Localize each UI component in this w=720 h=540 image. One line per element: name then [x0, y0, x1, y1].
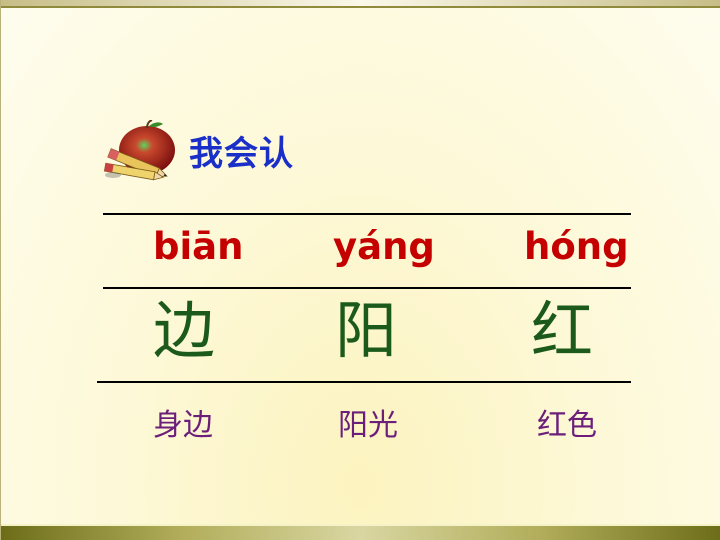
hanzi-bian: 边 — [153, 294, 216, 367]
word-shenbian: 身边 — [153, 408, 213, 443]
pinyin-hong: hóng — [524, 225, 629, 268]
pinyin-bian: biān — [153, 225, 244, 268]
apple-pencil-icon — [103, 119, 179, 182]
rule-bottom — [97, 381, 631, 383]
rule-top — [103, 213, 631, 215]
top-band — [1, 0, 720, 8]
rule-middle — [103, 287, 631, 289]
hanzi-hong: 红 — [531, 294, 594, 367]
word-hongse: 红色 — [537, 408, 597, 443]
word-yangguang: 阳光 — [338, 408, 398, 443]
pinyin-yang: yáng — [333, 225, 435, 268]
section-heading: 我会认 — [189, 134, 294, 174]
hanzi-yang: 阳 — [335, 294, 398, 367]
slide: 我会认 biān yáng hóng 边 阳 红 身边 阳光 红色 — [0, 0, 720, 540]
bottom-band — [1, 524, 720, 540]
